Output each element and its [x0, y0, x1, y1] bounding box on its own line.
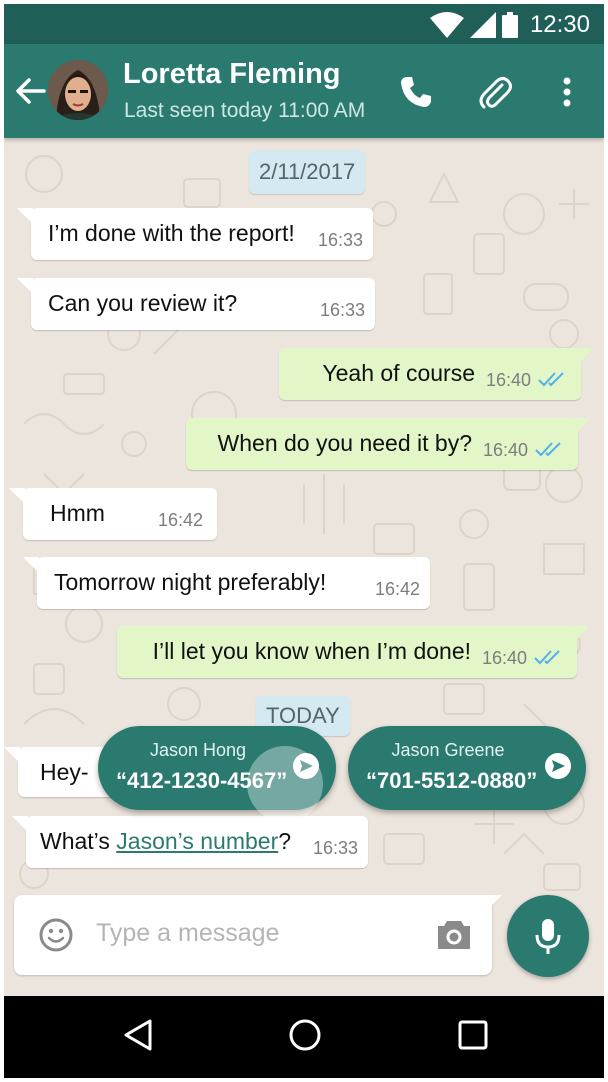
- message-text: Hey-: [40, 759, 89, 785]
- bubble-tail: [4, 747, 20, 763]
- read-receipt-icon: [538, 372, 564, 387]
- avatar[interactable]: [48, 60, 108, 120]
- contact-suggestion-chip[interactable]: Jason Greene “701-5512-0880”: [348, 726, 586, 810]
- bubble-tail: [575, 626, 589, 642]
- message-text: When do you need it by?: [217, 430, 472, 456]
- composer-tail: [484, 895, 502, 913]
- jasons-number-link[interactable]: Jason’s number: [116, 828, 278, 854]
- message-bubble[interactable]: Tomorrow night preferably! 16:42: [23, 557, 430, 609]
- read-receipt-icon: [534, 650, 560, 665]
- status-icons: 12:30: [429, 11, 590, 39]
- wifi-icon: [429, 12, 464, 38]
- microphone-icon: [535, 919, 561, 954]
- suggestion-phone-number: “701-5512-0880”: [366, 768, 538, 793]
- message-time: 16:33: [312, 838, 358, 858]
- message-time: 16:33: [317, 230, 363, 250]
- status-bar: 12:30: [4, 4, 604, 44]
- message-bubble[interactable]: When do you need it by? 16:40: [186, 418, 590, 470]
- bubble-tail: [576, 418, 590, 434]
- bubble-tail: [579, 348, 593, 364]
- paperclip-icon[interactable]: [477, 74, 513, 110]
- battery-icon: [501, 12, 518, 38]
- message-text-before: What’s: [40, 828, 117, 854]
- message-composer[interactable]: Type a message: [14, 895, 492, 975]
- message-text: Hmm: [50, 500, 105, 526]
- message-time: 16:42: [157, 510, 203, 530]
- message-bubble[interactable]: What’s Jason’s number? 16:33: [12, 816, 368, 868]
- message-time: 16:40: [482, 440, 528, 460]
- message-input[interactable]: Type a message: [96, 919, 279, 948]
- bubble-tail: [23, 557, 39, 573]
- date-separator: 2/11/2017: [249, 150, 366, 194]
- chat-header: Loretta Fleming Last seen today 11:00 AM: [4, 44, 604, 138]
- message-bubble[interactable]: I’ll let you know when I’m done! 16:40: [117, 626, 589, 678]
- more-vert-icon[interactable]: [549, 74, 585, 110]
- message-bubble[interactable]: Yeah of course 16:40: [279, 348, 593, 400]
- message-text: I’m done with the report!: [48, 220, 295, 246]
- arrow-left-icon[interactable]: [14, 74, 48, 108]
- message-text: What’s Jason’s number?: [40, 828, 291, 855]
- message-text: I’ll let you know when I’m done!: [152, 638, 471, 664]
- message-time: 16:42: [374, 579, 420, 599]
- message-time: 16:40: [485, 370, 531, 390]
- send-icon[interactable]: [544, 752, 572, 780]
- read-receipt-icon: [535, 442, 561, 457]
- recents-square-icon[interactable]: [457, 1018, 489, 1052]
- message-text: Yeah of course: [322, 360, 475, 386]
- message-bubble[interactable]: Hmm 16:42: [9, 488, 217, 540]
- message-bubble[interactable]: I’m done with the report! 16:33: [17, 208, 373, 260]
- smiley-icon[interactable]: [38, 917, 74, 953]
- bubble-tail: [9, 488, 25, 504]
- contact-name[interactable]: Loretta Fleming: [123, 58, 341, 91]
- touch-indicator: [247, 746, 323, 822]
- phone-screen: 12:30 Loretta Fleming Last seen today 11…: [4, 4, 604, 1078]
- system-nav-bar: [4, 996, 604, 1078]
- message-time: 16:33: [319, 300, 365, 320]
- message-bubble[interactable]: Can you review it? 16:33: [17, 278, 375, 330]
- camera-icon[interactable]: [436, 917, 472, 951]
- last-seen-text: Last seen today 11:00 AM: [124, 99, 366, 122]
- status-time: 12:30: [529, 11, 590, 38]
- bubble-tail: [17, 208, 33, 224]
- message-time: 16:40: [481, 648, 527, 668]
- message-text-after: ?: [278, 828, 292, 854]
- avatar-portrait: [48, 60, 108, 120]
- mic-button[interactable]: [507, 895, 589, 977]
- back-triangle-icon[interactable]: [122, 1018, 154, 1052]
- message-text: Tomorrow night preferably!: [54, 569, 327, 595]
- message-text: Can you review it?: [48, 290, 238, 316]
- suggestion-contact-name: Jason Greene: [391, 740, 505, 760]
- home-circle-icon[interactable]: [288, 1018, 322, 1052]
- phone-icon[interactable]: [398, 74, 434, 110]
- bubble-tail: [17, 278, 33, 294]
- bubble-tail: [12, 816, 28, 832]
- cell-signal-icon: [469, 12, 496, 38]
